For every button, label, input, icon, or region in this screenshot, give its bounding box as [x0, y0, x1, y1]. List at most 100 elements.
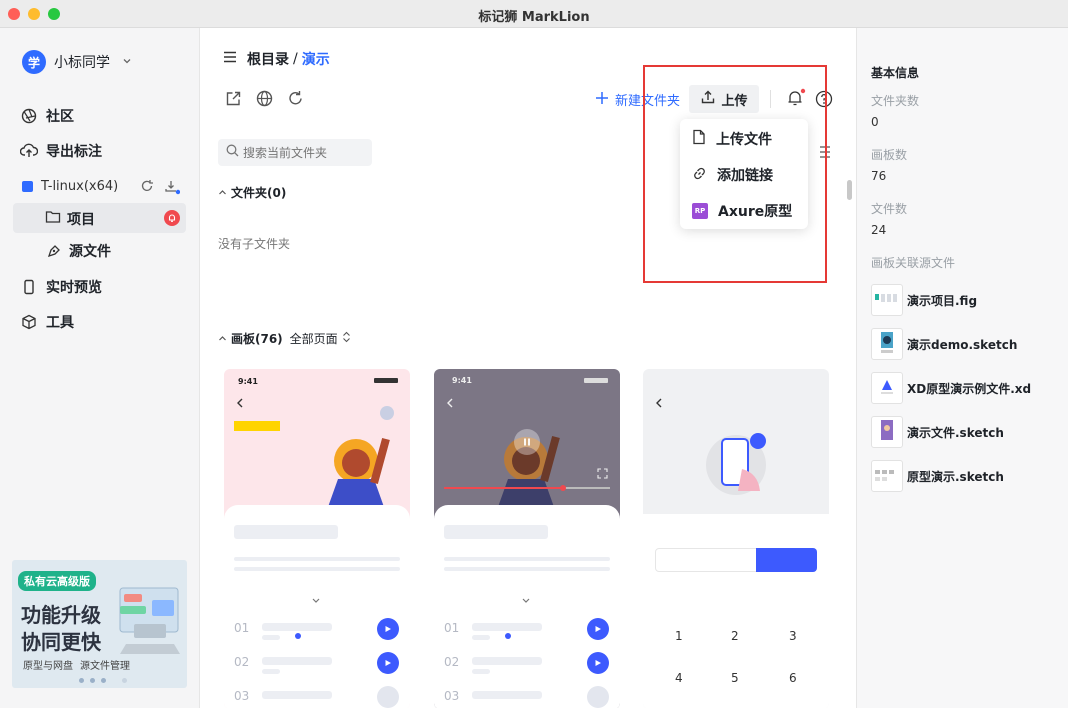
lock-icon: [377, 686, 399, 708]
linked-file-name: XD原型演示例文件.xd: [907, 381, 1032, 396]
play-icon: [587, 652, 609, 674]
promo-sub1: 原型与网盘: [23, 661, 73, 672]
row-number: 02: [234, 655, 250, 669]
sidebar-item-projects[interactable]: 项目: [13, 203, 186, 233]
breadcrumb-separator: /: [293, 51, 298, 67]
phone-illustration: [706, 433, 766, 495]
keypad-key: 6: [789, 671, 797, 685]
info-panel: 基本信息 文件夹数 0 画板数 76 文件数 24 画板关联源文件 演示项目.f…: [856, 28, 1068, 708]
refresh-icon[interactable]: [140, 179, 154, 197]
linked-file-item[interactable]: XD原型演示例文件.xd: [871, 372, 1031, 404]
info-label-linked: 画板关联源文件: [871, 256, 956, 270]
breadcrumb-root[interactable]: 根目录: [247, 49, 289, 69]
app-sheet: 01 02 03: [434, 505, 620, 708]
fullscreen-icon: [597, 468, 608, 483]
folders-section-toggle[interactable]: 文件夹(0): [218, 184, 286, 201]
search-input[interactable]: [243, 145, 363, 160]
file-thumbnail: [871, 416, 903, 448]
nav-tools-label: 工具: [46, 315, 74, 331]
keypad-key: 4: [675, 671, 683, 685]
sidebar-item-source-label: 源文件: [69, 244, 111, 260]
linked-file-item[interactable]: 演示demo.sketch: [871, 328, 1017, 360]
board-card[interactable]: 9:41 01 02 03: [434, 369, 620, 708]
status-time: 9:41: [238, 377, 258, 386]
file-thumbnail: [871, 372, 903, 404]
aperture-icon: [20, 107, 38, 125]
search-box[interactable]: [218, 139, 372, 166]
board-card[interactable]: 9:41 01 02 03: [224, 369, 410, 708]
sort-icon[interactable]: [342, 331, 351, 346]
linked-file-name: 演示demo.sketch: [907, 337, 1018, 352]
highlight-box: [643, 65, 827, 283]
nav-tools[interactable]: 工具: [20, 312, 74, 332]
cloud-upload-icon: [20, 142, 38, 160]
keypad-key: 3: [789, 629, 797, 643]
file-thumbnail: [871, 284, 903, 316]
scrollbar-thumb[interactable]: [847, 180, 852, 200]
row-number: 03: [234, 689, 250, 703]
video-progress-fill: [444, 487, 562, 489]
project-group[interactable]: T-linux(x64): [22, 179, 182, 197]
nav-export-annotations[interactable]: 导出标注: [20, 141, 102, 161]
pause-icon: [514, 429, 540, 455]
chevron-down-icon: [312, 593, 320, 608]
window-titlebar: 标记狮 MarkLion: [0, 0, 1068, 28]
sidebar-item-source-files[interactable]: 源文件: [45, 241, 111, 261]
folder-actions: [225, 90, 304, 111]
sidebar: 学 小标同学 社区 导出标注 T-linux(x64) 项目 源文件 实时预览 …: [0, 28, 200, 708]
chevron-down-icon: [522, 593, 530, 608]
breadcrumb: 根目录 / 演示: [223, 49, 330, 69]
status-icons: [374, 378, 398, 383]
row-number: 01: [444, 621, 460, 635]
keypad-key: 1: [675, 629, 683, 643]
promo-sub2: 源文件管理: [80, 661, 130, 672]
linked-file-item[interactable]: 演示项目.fig: [871, 284, 977, 316]
file-thumbnail: [871, 460, 903, 492]
keypad-key: 5: [731, 671, 739, 685]
info-value-boards: 76: [871, 169, 887, 183]
keypad-key: 2: [731, 629, 739, 643]
menu-icon[interactable]: [223, 51, 237, 67]
download-icon[interactable]: [164, 179, 181, 199]
linked-file-item[interactable]: 原型演示.sketch: [871, 460, 1004, 492]
boards-filter[interactable]: 全部页面: [290, 330, 338, 347]
promo-line1: 功能升级: [21, 603, 101, 627]
play-icon: [587, 618, 609, 640]
status-icons: [584, 378, 608, 383]
avatar: 学: [22, 50, 46, 74]
row-number: 03: [444, 689, 460, 703]
info-value-files: 24: [871, 223, 887, 237]
user-name: 小标同学: [54, 55, 110, 71]
globe-icon[interactable]: [256, 90, 273, 111]
play-icon: [377, 618, 399, 640]
back-icon: [236, 397, 244, 412]
alarm-badge-icon: [164, 210, 180, 226]
back-icon: [446, 397, 454, 412]
linked-file-name: 原型演示.sketch: [907, 469, 1004, 484]
project-group-label: T-linux(x64): [41, 179, 119, 194]
file-thumbnail: [871, 328, 903, 360]
breadcrumb-current[interactable]: 演示: [302, 49, 330, 69]
video-progress-thumb: [560, 485, 566, 491]
info-label-files: 文件数: [871, 202, 908, 216]
window-title: 标记狮 MarkLion: [478, 10, 590, 25]
nav-live-preview[interactable]: 实时预览: [20, 277, 102, 297]
person-illustration: [328, 406, 394, 507]
info-label-boards: 画板数: [871, 148, 908, 162]
linked-file-name: 演示项目.fig: [907, 293, 978, 308]
open-external-icon[interactable]: [225, 90, 242, 111]
chevron-up-icon: [218, 332, 227, 346]
reload-icon[interactable]: [287, 90, 304, 111]
user-menu[interactable]: 学 小标同学: [22, 50, 132, 74]
linked-file-item[interactable]: 演示文件.sketch: [871, 416, 1004, 448]
project-color-dot: [22, 181, 33, 192]
info-label-folders: 文件夹数: [871, 94, 920, 108]
promo-pager[interactable]: [79, 678, 127, 683]
back-icon: [655, 397, 663, 412]
nav-community[interactable]: 社区: [20, 106, 74, 126]
phone-icon: [20, 278, 38, 296]
boards-section-toggle[interactable]: 画板(76) 全部页面: [218, 330, 351, 347]
board-card[interactable]: 1 2 3 4 5 6 7 8 9: [643, 369, 829, 708]
promo-banner[interactable]: 私有云高级版 功能升级 协同更快 原型与网盘 源文件管理: [12, 560, 187, 688]
chevron-down-icon: [122, 56, 132, 69]
